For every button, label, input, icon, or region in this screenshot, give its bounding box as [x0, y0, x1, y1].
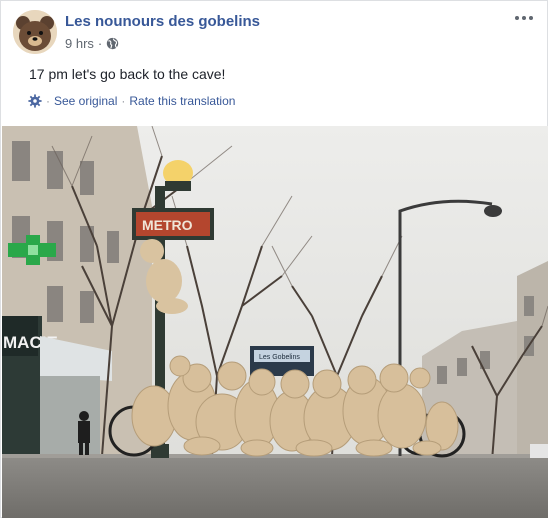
dot-separator: ·: [46, 94, 50, 108]
post-header: Les nounours des gobelins 9 hrs ·: [13, 10, 535, 56]
page-avatar[interactable]: [13, 10, 57, 54]
globe-icon[interactable]: [106, 37, 119, 50]
post-text: 17 pm let's go back to the cave!: [29, 66, 226, 82]
dot-separator: ·: [121, 94, 126, 108]
rate-translation-link[interactable]: Rate this translation: [129, 94, 235, 108]
parked-car: [530, 444, 548, 458]
metro-sign: METRO: [142, 217, 193, 233]
translation-row: · See original · Rate this translation: [28, 94, 235, 108]
post-meta: 9 hrs ·: [65, 36, 119, 51]
meta-separator: ·: [97, 36, 103, 51]
post-photo[interactable]: MACIE Les Gobelins METRO: [2, 126, 548, 518]
post-timestamp[interactable]: 9 hrs: [65, 36, 94, 51]
more-options-button[interactable]: [513, 10, 535, 26]
station-sign: Les Gobelins: [259, 354, 300, 361]
gear-icon[interactable]: [28, 94, 42, 108]
page-name-link[interactable]: Les nounours des gobelins: [65, 13, 260, 30]
see-original-link[interactable]: See original: [54, 94, 117, 108]
more-dots-icon: [515, 16, 533, 20]
post-card: Les nounours des gobelins 9 hrs · 17 pm …: [0, 0, 548, 518]
